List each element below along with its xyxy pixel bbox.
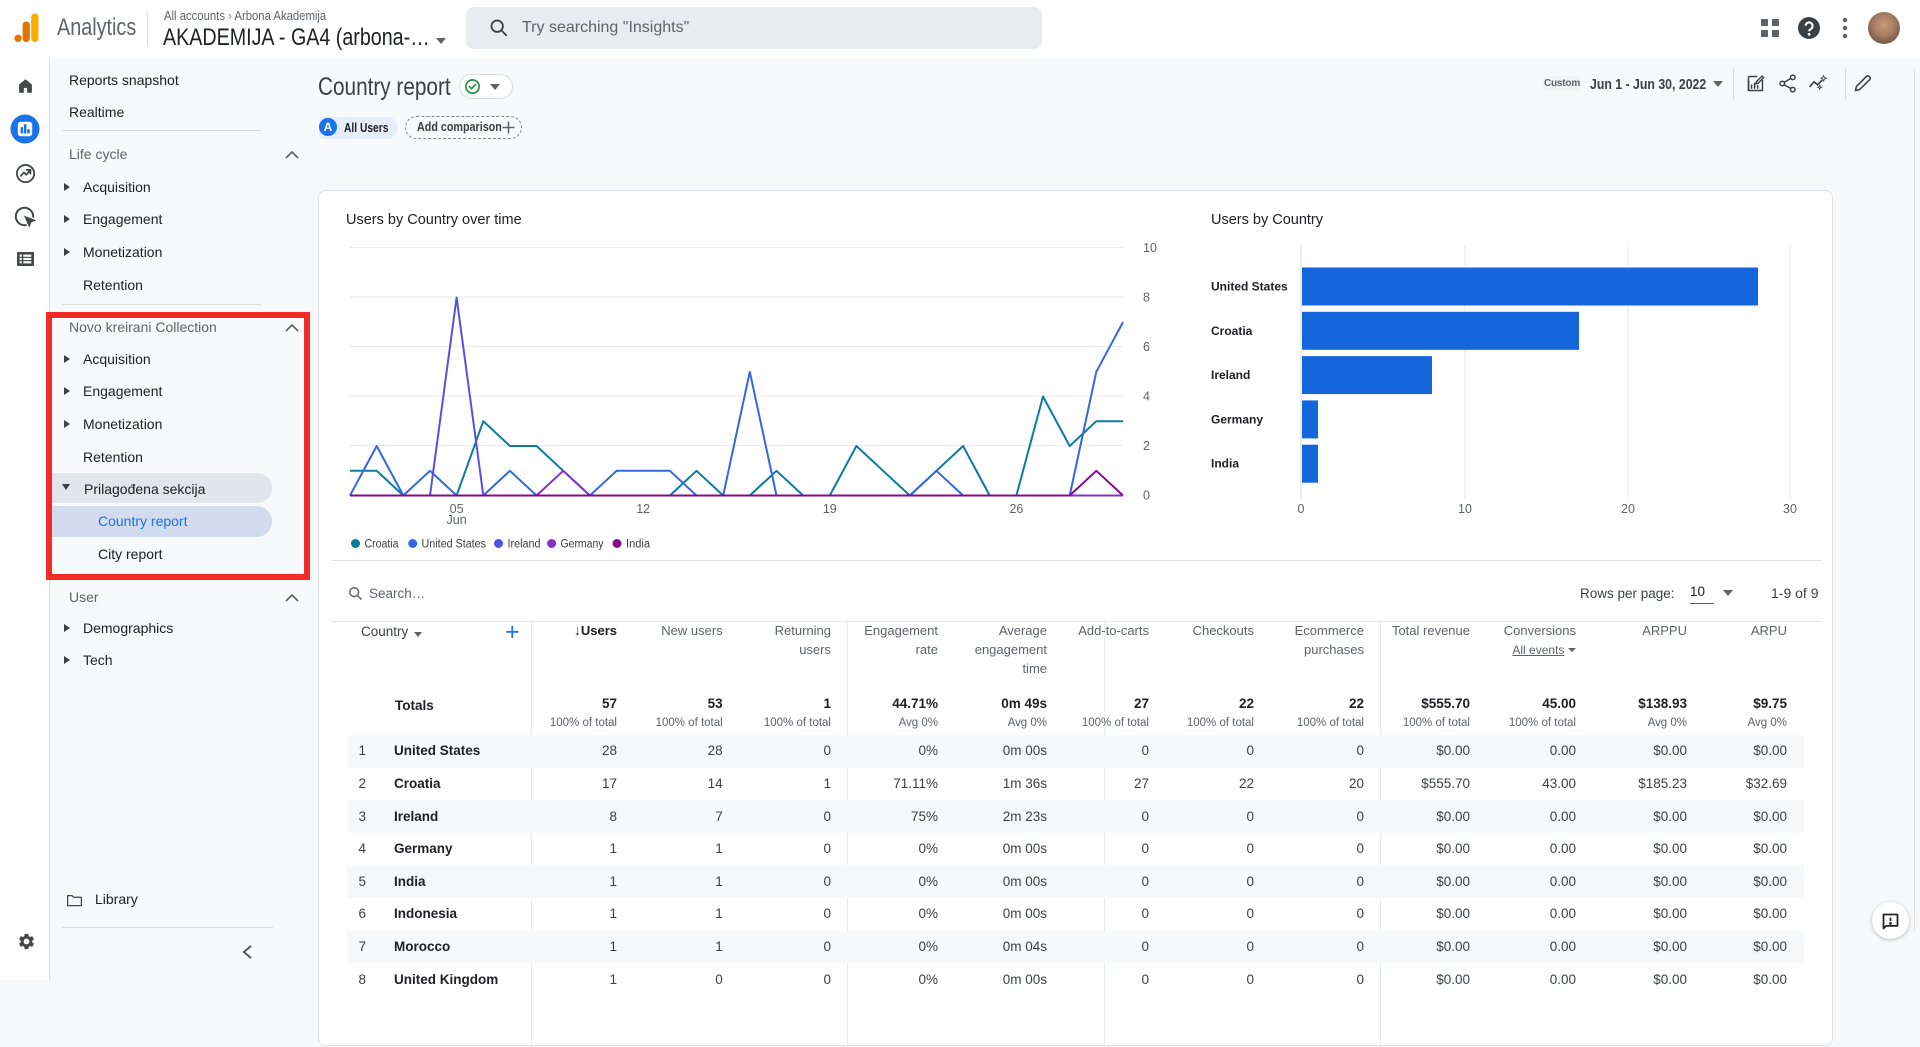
svg-text:30: 30 (1783, 502, 1797, 516)
svg-text:Germany: Germany (561, 539, 604, 551)
svg-text:0: 0 (1143, 489, 1150, 503)
svg-text:2: 2 (1143, 439, 1150, 453)
svg-text:Ireland: Ireland (508, 539, 541, 551)
svg-text:Croatia: Croatia (365, 539, 400, 551)
svg-text:United States: United States (1211, 280, 1288, 294)
svg-text:6: 6 (1143, 340, 1150, 354)
svg-text:Ireland: Ireland (1211, 368, 1250, 382)
svg-text:Germany: Germany (1211, 412, 1263, 426)
svg-text:4: 4 (1143, 390, 1150, 404)
svg-text:10: 10 (1458, 502, 1472, 516)
svg-text:India: India (1211, 457, 1239, 471)
svg-text:8: 8 (1143, 291, 1150, 305)
svg-text:10: 10 (1143, 241, 1157, 255)
svg-text:United States: United States (422, 539, 487, 551)
svg-text:India: India (626, 539, 651, 551)
svg-text:Croatia: Croatia (1211, 324, 1253, 338)
svg-text:12: 12 (636, 502, 650, 516)
svg-text:0: 0 (1298, 502, 1305, 516)
svg-text:19: 19 (823, 502, 837, 516)
svg-text:26: 26 (1009, 502, 1023, 516)
svg-text:Jun: Jun (447, 513, 467, 527)
svg-text:20: 20 (1621, 502, 1635, 516)
